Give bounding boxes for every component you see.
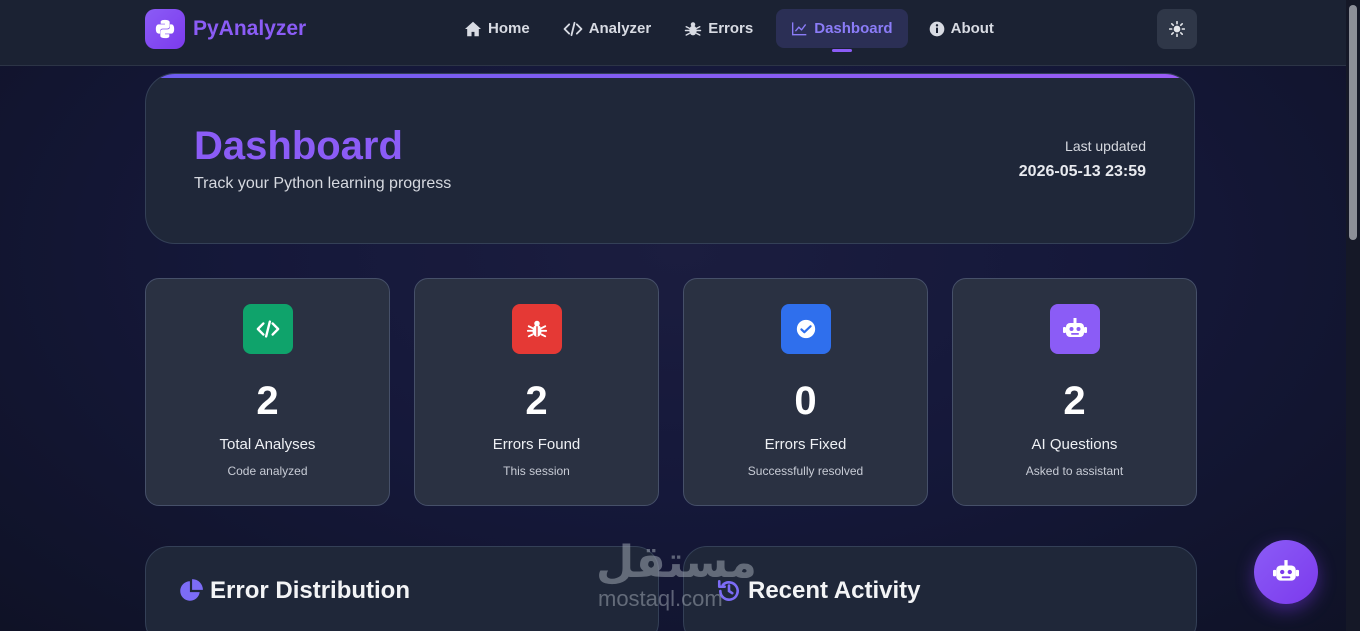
- error-distribution-panel: Error Distribution: [145, 546, 659, 631]
- theme-toggle-button[interactable]: [1157, 9, 1197, 49]
- nav-item-home[interactable]: Home: [452, 9, 542, 48]
- page-subtitle: Track your Python learning progress: [194, 175, 452, 192]
- stat-sublabel: This session: [503, 464, 570, 478]
- stat-label: Errors Found: [492, 436, 581, 453]
- pie-chart-icon: [180, 579, 203, 601]
- brand-name: PyAnalyzer: [193, 17, 307, 40]
- panel-title-text: Error Distribution: [210, 577, 411, 604]
- stat-sublabel: Asked to assistant: [1025, 464, 1124, 478]
- stat-card-total-analyses: 2 Total Analyses Code analyzed: [145, 278, 390, 506]
- stat-sublabel: Code analyzed: [227, 464, 308, 478]
- nav-item-dashboard[interactable]: Dashboard: [776, 9, 908, 52]
- nav-item-label: Dashboard: [814, 20, 893, 37]
- stat-value: 2: [256, 379, 279, 423]
- info-icon: [929, 21, 944, 36]
- stat-value: 2: [1063, 379, 1086, 423]
- top-navbar: PyAnalyzer Home Analyzer Errors Dashboar…: [0, 0, 1346, 66]
- bug-icon: [684, 21, 702, 36]
- nav-item-label: About: [950, 20, 994, 37]
- stat-sublabel: Successfully resolved: [747, 464, 864, 478]
- stat-card-errors-fixed: 0 Errors Fixed Successfully resolved: [683, 278, 928, 506]
- ai-assistant-button[interactable]: [1254, 540, 1318, 604]
- robot-icon: [1273, 560, 1299, 581]
- stat-value: 2: [525, 379, 548, 423]
- nav-item-label: Home: [488, 20, 530, 37]
- dashboard-header-card: Dashboard Track your Python learning pro…: [145, 73, 1195, 244]
- stat-label: Total Analyses: [219, 436, 316, 453]
- recent-activity-panel: Recent Activity: [683, 546, 1197, 631]
- last-updated-value: 2026-05-13 23:59: [1018, 163, 1146, 180]
- nav-item-errors[interactable]: Errors: [672, 9, 765, 48]
- stat-label: Errors Fixed: [764, 436, 847, 453]
- stat-card-ai-questions: 2 AI Questions Asked to assistant: [952, 278, 1197, 506]
- panel-title-text: Recent Activity: [748, 577, 921, 604]
- chart-line-icon: [792, 22, 807, 36]
- last-updated-label: Last updated: [1065, 138, 1146, 154]
- page-title: Dashboard: [194, 124, 403, 168]
- brand[interactable]: PyAnalyzer: [145, 9, 306, 49]
- panel-title: Error Distribution: [178, 577, 410, 605]
- nav-item-about[interactable]: About: [917, 9, 1006, 48]
- scrollbar-thumb[interactable]: [1349, 5, 1357, 240]
- nav-item-label: Analyzer: [588, 20, 652, 37]
- nav-item-label: Errors: [708, 20, 754, 37]
- bug-icon: [511, 304, 562, 354]
- sun-icon: [1169, 21, 1185, 37]
- check-circle-icon: [780, 304, 831, 354]
- nav-links: Home Analyzer Errors Dashboard About: [452, 9, 1015, 52]
- code-icon: [242, 304, 293, 354]
- header-accent-bar: [146, 74, 1194, 78]
- history-icon: [717, 579, 739, 601]
- stat-card-errors-found: 2 Errors Found This session: [414, 278, 659, 506]
- home-icon: [465, 21, 481, 36]
- python-logo-icon: [145, 9, 185, 49]
- code-icon: [563, 21, 583, 36]
- stat-value: 0: [794, 379, 817, 423]
- active-indicator: [831, 49, 852, 52]
- page-scrollbar[interactable]: [1346, 0, 1360, 631]
- panel-title: Recent Activity: [716, 577, 921, 605]
- nav-item-analyzer[interactable]: Analyzer: [551, 9, 664, 48]
- stat-label: AI Questions: [1031, 436, 1118, 453]
- robot-icon: [1049, 304, 1100, 354]
